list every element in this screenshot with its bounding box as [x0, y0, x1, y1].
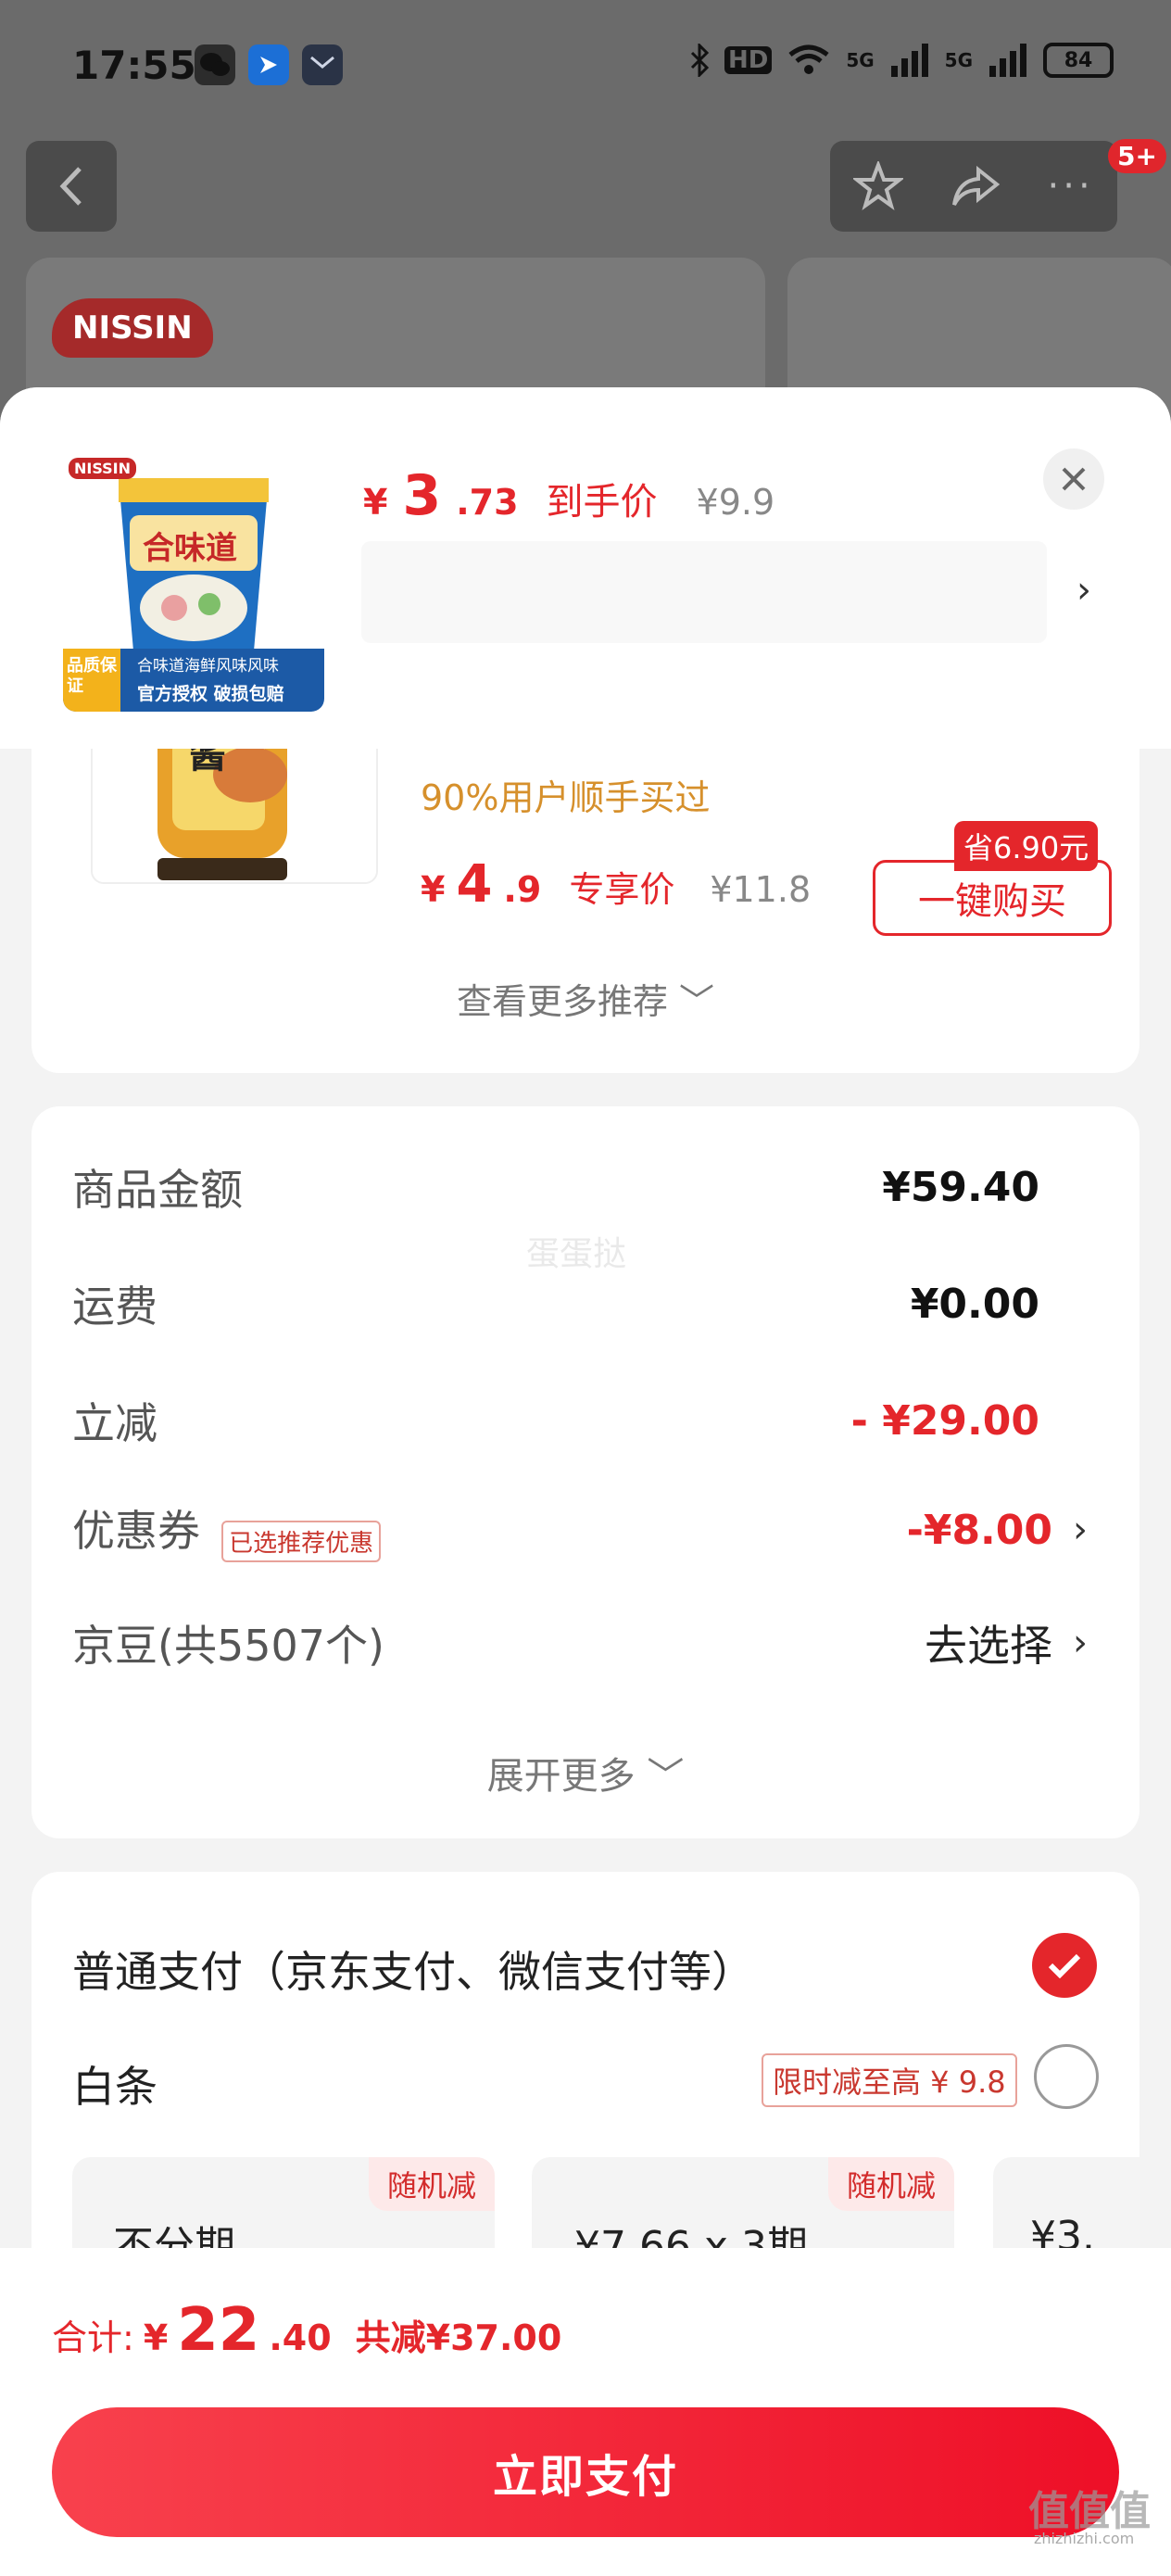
summary-row-discount: 立减 - ¥29.00 — [72, 1388, 1088, 1453]
product-price: ¥ 3 .73 到手价 ¥9.9 — [363, 463, 774, 528]
save-amount-tag: 省6.90元 — [954, 821, 1099, 871]
close-icon — [1062, 467, 1086, 491]
battery-icon: 84 — [1043, 43, 1114, 78]
baitiao-radio[interactable] — [1034, 2044, 1099, 2109]
shipping-value: ¥0.00 — [910, 1280, 1039, 1328]
subtotal-value: ¥59.40 — [882, 1163, 1039, 1211]
order-total: 合计: ¥ 22 .40 共减¥37.00 — [52, 2296, 561, 2365]
price-dec: .73 — [456, 482, 519, 523]
chevron-right-icon: › — [1073, 1622, 1088, 1664]
wechat-icon — [195, 44, 235, 85]
thumb-official: 官方授权 破损包赔 — [137, 684, 284, 704]
sheet-header: NISSIN 合味道 合味道海鲜风味风味 品质保证 官方授权 破损包赔 ¥ 3 … — [0, 387, 1171, 749]
total-symbol: ¥ — [143, 2317, 169, 2358]
brand-logo: NISSIN — [52, 298, 213, 358]
expand-more-link[interactable]: 展开更多 ﹀ — [31, 1746, 1140, 1799]
one-click-buy-button[interactable]: 一键购买 — [873, 860, 1112, 936]
baitiao-promo-tag: 限时减至高 ¥ 9.8 — [762, 2053, 1017, 2107]
signal-icon-1 — [890, 44, 928, 77]
jingdou-label: 京豆(共5507个) — [72, 1621, 384, 1671]
summary-row-coupon[interactable]: 优惠券 已选推荐优惠 -¥8.00 › — [72, 1497, 1088, 1562]
thumb-quality: 品质保证 — [67, 656, 117, 696]
see-more-recommendations[interactable]: 查看更多推荐 ﹀ — [31, 973, 1140, 1024]
more-dots-icon[interactable]: ··· — [1048, 165, 1094, 208]
check-selected-icon[interactable] — [1032, 1933, 1097, 1998]
chevron-right-icon: › — [1073, 1509, 1088, 1551]
bought-together-text: 90%用户顺手买过 — [421, 777, 711, 818]
total-label: 合计: — [52, 2317, 134, 2358]
original-price: ¥9.9 — [696, 482, 775, 523]
checkout-footer: 合计: ¥ 22 .40 共减¥37.00 立即支付 值值值 zhizhizhi… — [0, 2248, 1171, 2576]
share-icon[interactable] — [951, 164, 1001, 208]
summary-row-subtotal: 商品金额 ¥59.40 — [72, 1155, 1088, 1219]
mail-icon — [302, 44, 343, 85]
rec-price-int: 4 — [456, 854, 493, 915]
total-saved: 共减¥37.00 — [355, 2317, 562, 2358]
price-label: 到手价 — [546, 481, 658, 524]
status-bar: 17:55 HD 5G 5G 84 — [0, 0, 1171, 139]
price-int: 3 — [402, 463, 442, 528]
chevron-left-icon — [59, 167, 82, 206]
signal-icon-2 — [989, 44, 1026, 77]
blurred-spec-strip — [361, 541, 1047, 643]
status-indicators: HD 5G 5G 84 — [689, 43, 1114, 78]
pay-now-button[interactable]: 立即支付 — [52, 2407, 1119, 2537]
shipping-label: 运费 — [72, 1282, 157, 1332]
cost-summary-card: 蛋蛋挞 商品金额 ¥59.40 运费 ¥0.00 立减 - ¥29.00 优惠券… — [31, 1106, 1140, 1838]
summary-row-shipping: 运费 ¥0.00 — [72, 1271, 1088, 1336]
chevron-right-icon[interactable]: › — [1077, 569, 1091, 612]
jingdou-right: 去选择 › — [925, 1612, 1088, 1673]
baitiao-option[interactable]: 白条 — [72, 2053, 157, 2115]
subtotal-label: 商品金额 — [72, 1165, 243, 1215]
coupon-left: 优惠券 已选推荐优惠 — [72, 1497, 382, 1562]
price-symbol: ¥ — [363, 482, 388, 523]
product-thumbnail: NISSIN 合味道 合味道海鲜风味风味 品质保证 官方授权 破损包赔 — [63, 450, 324, 712]
jingdou-select-text: 去选择 — [925, 1621, 1052, 1671]
summary-row-jingdou[interactable]: 京豆(共5507个) 去选择 › — [72, 1610, 1088, 1675]
rec-price-dec: .9 — [503, 869, 542, 910]
discount-value: - ¥29.00 — [850, 1396, 1039, 1445]
coupon-selected-tag: 已选推荐优惠 — [221, 1521, 382, 1562]
coupon-label: 优惠券 — [72, 1506, 200, 1556]
network-1-label: 5G — [846, 49, 875, 71]
back-button[interactable] — [26, 141, 117, 232]
watermark: 蛋蛋挞 — [526, 1235, 627, 1273]
random-discount-tag: 随机减 — [827, 2157, 954, 2211]
close-button[interactable] — [1043, 448, 1104, 510]
discount-label: 立减 — [72, 1398, 157, 1448]
status-app-icons — [195, 44, 343, 85]
cart-badge: 5+ — [1108, 139, 1166, 173]
hd-icon: HD — [724, 46, 773, 74]
product-page-background: 17:55 HD 5G 5G 84 ··· 5+ NISSIN — [0, 0, 1171, 536]
recommended-price: ¥ 4 .9 专享价 ¥11.8 — [421, 854, 811, 915]
coupon-right: -¥8.00 › — [907, 1507, 1088, 1554]
coupon-value: -¥8.00 — [906, 1506, 1052, 1554]
thumb-brand: NISSIN — [69, 458, 137, 479]
total-dec: .40 — [269, 2317, 332, 2358]
bluetooth-icon — [690, 44, 710, 77]
page-actions-group: ··· — [830, 141, 1117, 232]
feishu-icon — [248, 44, 289, 85]
site-watermark-url: zhizhizhi.com — [1034, 2530, 1135, 2547]
rec-price-symbol: ¥ — [421, 869, 446, 910]
random-discount-tag: 随机减 — [368, 2157, 495, 2211]
favorite-star-icon[interactable] — [853, 161, 904, 211]
rec-original-price: ¥11.8 — [710, 869, 812, 910]
site-watermark-logo: 值值值 — [1028, 2488, 1151, 2535]
thumb-flavor: 合味道海鲜风味风味 — [137, 657, 279, 676]
wifi-icon — [788, 44, 829, 74]
total-int: 22 — [177, 2296, 260, 2365]
network-2-label: 5G — [944, 49, 973, 71]
thumb-name: 合味道 — [143, 530, 237, 567]
rec-price-label: 专享价 — [569, 869, 675, 910]
status-time: 17:55 — [72, 43, 196, 88]
normal-payment-option[interactable]: 普通支付（京东支付、微信支付等） — [72, 1938, 754, 2000]
